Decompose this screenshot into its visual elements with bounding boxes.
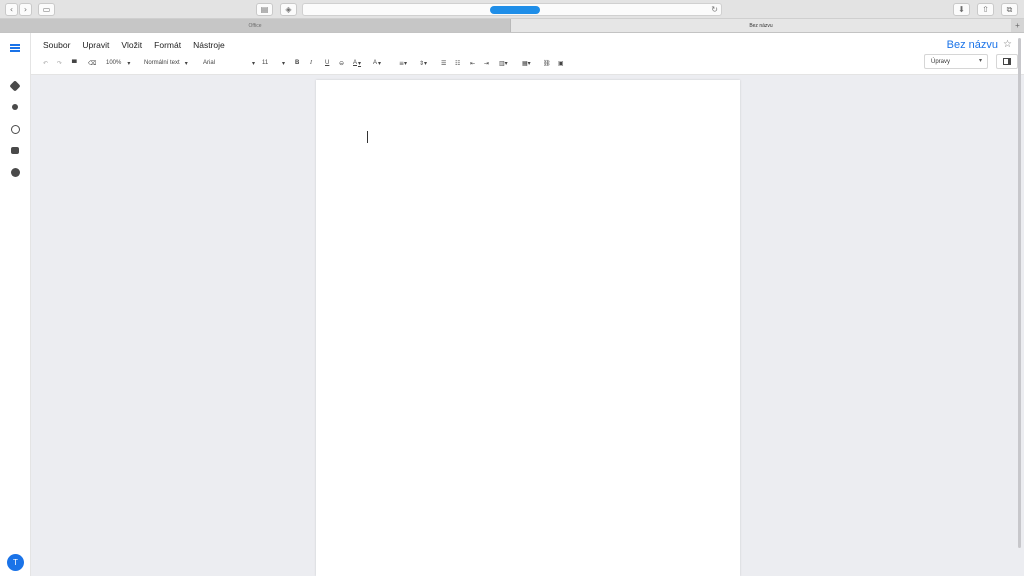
mode-select[interactable]: Úpravy ▾ <box>924 54 988 69</box>
mode-value: Úpravy <box>931 58 951 65</box>
italic-button[interactable]: I <box>310 57 312 69</box>
vertical-scrollbar[interactable] <box>1018 38 1021 548</box>
tag-icon[interactable] <box>8 79 22 93</box>
address-bar[interactable]: ↻ <box>302 3 722 16</box>
browser-toolbar: ‹ › ▭ ▤ ◈ ↻ ⬇ ⇧ ⧉ <box>0 0 1024 19</box>
menu-item-upravit[interactable]: Upravit <box>82 40 109 50</box>
extension-icon[interactable]: ▤ <box>256 3 273 16</box>
style-select[interactable]: Normální text ▾ <box>144 57 188 69</box>
app-header: Soubor Upravit Vložit Formát Nástroje Be… <box>31 33 1024 75</box>
info-icon[interactable] <box>8 165 22 179</box>
increase-indent-icon[interactable]: ⇥ <box>484 57 489 69</box>
reload-icon[interactable]: ↻ <box>711 4 718 15</box>
left-rail: T <box>0 33 31 576</box>
shield-icon[interactable]: ◈ <box>280 3 297 16</box>
text-color-label: A <box>353 60 358 66</box>
highlight-button[interactable]: A ▾ <box>373 57 381 69</box>
redo-icon[interactable]: ↷ <box>57 57 62 69</box>
menu-item-nastroje[interactable]: Nástroje <box>193 40 225 50</box>
undo-icon[interactable]: ↶ <box>43 57 48 69</box>
chevron-down-icon: ▾ <box>127 60 131 67</box>
font-size-select[interactable]: 11 ▾ <box>262 57 285 69</box>
link-icon[interactable]: ⛓ <box>543 57 551 69</box>
bulleted-list-icon[interactable]: ☷ <box>455 57 460 69</box>
add-user-icon[interactable] <box>8 100 22 114</box>
menu-icon[interactable] <box>8 41 22 55</box>
sidebar-toggle-icon[interactable]: ▭ <box>38 3 55 16</box>
new-tab-icon[interactable]: + <box>1011 19 1024 32</box>
history-icon[interactable] <box>8 122 22 136</box>
url-highlight <box>490 6 540 14</box>
back-icon[interactable]: ‹ <box>5 3 18 16</box>
align-icon[interactable]: ≡▾ <box>399 57 407 69</box>
format-toolbar: ↶ ↷ ▀ ⌫ 100% ▾ Normální text ▾ Arial ▾ 11 ▾ … <box>41 57 601 69</box>
text-cursor <box>367 131 368 143</box>
document-page[interactable] <box>316 80 740 576</box>
star-icon[interactable]: ☆ <box>1003 39 1012 50</box>
zoom-value: 100% <box>106 60 122 66</box>
font-select[interactable]: Arial ▾ <box>203 57 255 69</box>
style-value: Normální text <box>144 60 180 66</box>
chevron-down-icon: ▾ <box>184 60 188 67</box>
columns-icon[interactable]: ▥▾ <box>499 57 508 69</box>
decrease-indent-icon[interactable]: ⇤ <box>470 57 475 69</box>
image-icon[interactable]: ▣ <box>558 57 564 69</box>
line-spacing-icon[interactable]: ⇕▾ <box>419 57 427 69</box>
tabs-overview-icon[interactable]: ⧉ <box>1001 3 1018 16</box>
underline-button[interactable]: U <box>325 57 329 69</box>
tab-office[interactable]: Office <box>0 19 511 32</box>
document-title[interactable]: Bez názvu <box>947 39 998 51</box>
avatar[interactable]: T <box>7 554 24 571</box>
menu-item-format[interactable]: Formát <box>154 40 181 50</box>
forward-icon[interactable]: › <box>19 3 32 16</box>
text-color-button[interactable]: A ▾ <box>353 57 361 69</box>
strikethrough-icon[interactable]: ⊖ <box>339 57 344 69</box>
font-size-value: 11 <box>262 60 269 66</box>
bold-button[interactable]: B <box>295 57 299 69</box>
tab-document[interactable]: Bez názvu <box>511 19 1011 32</box>
clear-format-icon[interactable]: ⌫ <box>88 57 96 69</box>
share-icon[interactable]: ⇧ <box>977 3 994 16</box>
chevron-down-icon: ▾ <box>978 58 982 64</box>
menu-item-vlozit[interactable]: Vložit <box>121 40 142 50</box>
download-icon[interactable]: ⬇ <box>953 3 970 16</box>
menu-bar: Soubor Upravit Vložit Formát Nástroje <box>43 40 225 50</box>
side-panel-icon <box>1003 58 1011 65</box>
chevron-down-icon: ▾ <box>281 60 285 67</box>
table-icon[interactable]: ▦▾ <box>522 57 531 69</box>
highlight-label: A <box>373 60 378 66</box>
paint-format-icon[interactable]: ▀ <box>72 57 77 69</box>
menu-item-soubor[interactable]: Soubor <box>43 40 70 50</box>
zoom-select[interactable]: 100% ▾ <box>106 57 130 69</box>
lock-icon[interactable] <box>8 143 22 157</box>
chevron-down-icon: ▾ <box>251 60 255 67</box>
font-value: Arial <box>203 60 216 66</box>
numbered-list-icon[interactable]: ☰ <box>441 57 446 69</box>
tab-strip: Office Bez názvu + <box>0 19 1024 33</box>
side-panel-button[interactable] <box>996 54 1018 69</box>
